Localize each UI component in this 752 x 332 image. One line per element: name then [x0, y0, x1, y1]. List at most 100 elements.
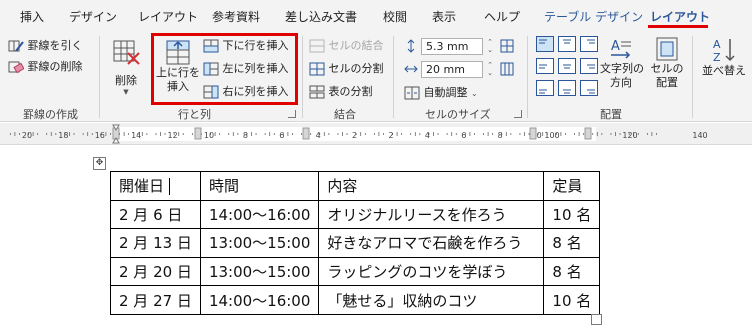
table-cell[interactable]: ラッピングのコツを学ぼう	[318, 256, 545, 287]
tab-review[interactable]: 校閲	[383, 8, 407, 25]
header-cell-time[interactable]: 時間	[199, 171, 320, 201]
ruler-label: 4	[425, 131, 430, 140]
header-cell-content[interactable]: 内容	[318, 171, 545, 201]
header-cell-capacity[interactable]: 定員	[543, 171, 601, 201]
align-middle-left-button[interactable]	[536, 58, 554, 77]
column-width-spinner[interactable]: ⌃ ⌄	[485, 61, 495, 77]
active-tab-underline	[648, 25, 708, 28]
tab-design[interactable]: デザイン	[69, 8, 117, 25]
delete-button[interactable]: 削除 ▼	[108, 38, 144, 96]
table-cell[interactable]: 14:00～16:00	[199, 285, 320, 315]
delete-table-icon	[111, 38, 141, 66]
table-cell[interactable]: オリジナルリースを作ろう	[318, 199, 545, 230]
row-height-input[interactable]: 5.3 mm	[421, 38, 483, 55]
table-cell[interactable]: 好きなアロマで石鹸を作ろう	[318, 228, 545, 258]
document-page: ✥ 開催日 時間 内容 定員 2 月 6 日 14:00～16:00 オリジナル…	[0, 145, 752, 332]
cell-margins-label-line1: セルの	[650, 62, 684, 75]
distribute-rows-icon[interactable]	[500, 39, 514, 56]
group-separator	[99, 36, 100, 118]
tab-table-design[interactable]: テーブル デザイン	[544, 8, 643, 25]
eraser-icon	[8, 60, 24, 74]
tab-table-layout[interactable]: レイアウト	[650, 8, 710, 25]
cell-margins-button[interactable]: セルの 配置	[648, 36, 686, 90]
table-cell[interactable]: 14:00～16:00	[199, 199, 320, 230]
autofit-button[interactable]: 自動調整 ⌄	[404, 84, 478, 100]
ruler-label: 8	[243, 131, 248, 140]
tab-page-layout[interactable]: レイアウト	[138, 8, 198, 25]
sort-label: 並べ替え	[702, 64, 746, 77]
ruler-label: 10	[204, 131, 214, 140]
cell-size-dialog-launcher-icon[interactable]	[514, 110, 522, 118]
delete-label: 削除	[115, 74, 137, 87]
draw-borders-label: 罫線を引く	[27, 39, 83, 52]
align-middle-center-button[interactable]	[558, 58, 576, 77]
text-direction-button[interactable]: A 文字列の 方向	[600, 36, 644, 90]
sort-button[interactable]: AZ 並べ替え	[702, 36, 746, 78]
draw-borders-button[interactable]: 罫線を引く	[8, 37, 83, 53]
schedule-table: 開催日 時間 内容 定員 2 月 6 日 14:00～16:00 オリジナルリー…	[110, 171, 601, 315]
table-cell[interactable]: 8 名	[543, 228, 601, 258]
cell-margins-icon	[654, 36, 680, 62]
column-width-input[interactable]: 20 mm	[421, 61, 483, 78]
split-table-button[interactable]: 表の分割	[309, 83, 373, 99]
row-height-spinner[interactable]: ⌃ ⌄	[485, 38, 495, 54]
table-resize-handle[interactable]	[591, 314, 602, 325]
table-row: 2 月 13 日 13:00～15:00 好きなアロマで石鹸を作ろう 8 名	[110, 228, 601, 258]
split-cells-button[interactable]: セルの分割	[309, 60, 384, 76]
group-separator	[527, 36, 528, 118]
table-cell[interactable]: 8 名	[543, 256, 601, 287]
align-top-center-icon	[558, 36, 576, 52]
split-table-label: 表の分割	[328, 85, 373, 98]
column-marker	[302, 127, 310, 140]
table-cell[interactable]: 2 月 13 日	[110, 228, 201, 258]
tab-help[interactable]: ヘルプ	[484, 8, 520, 25]
align-top-center-button[interactable]	[558, 36, 576, 55]
table-cell[interactable]: 13:00～15:00	[199, 256, 320, 287]
tab-insert[interactable]: 挿入	[20, 8, 44, 25]
svg-text:A: A	[713, 38, 721, 51]
text-direction-label-line2: 方向	[610, 76, 632, 89]
merge-cells-icon	[309, 39, 325, 53]
row-height-icon	[404, 39, 418, 56]
table-row: 2 月 27 日 14:00～16:00 「魅せる」収納のコツ 10 名	[110, 285, 601, 315]
table-cell[interactable]: 2 月 20 日	[110, 256, 201, 287]
text-cursor	[169, 178, 171, 196]
tab-mailings[interactable]: 差し込み文書	[285, 8, 357, 25]
ruler-label: 14	[131, 131, 141, 140]
header-cell-date[interactable]: 開催日	[110, 171, 201, 201]
rows-columns-dialog-launcher-icon[interactable]	[288, 110, 296, 118]
table-cell[interactable]: 2 月 6 日	[110, 199, 201, 230]
table-cell[interactable]: 13:00～15:00	[199, 228, 320, 258]
table-row: 2 月 6 日 14:00～16:00 オリジナルリースを作ろう 10 名	[110, 199, 601, 230]
svg-text:Z: Z	[713, 51, 721, 64]
table-cell[interactable]: 2 月 27 日	[110, 285, 201, 315]
table-cell[interactable]: 10 名	[543, 199, 601, 230]
ruler-label: 12	[168, 131, 178, 140]
align-bottom-left-icon	[536, 80, 554, 96]
tab-view[interactable]: 表示	[432, 8, 456, 25]
split-cells-label: セルの分割	[328, 62, 384, 75]
erase-borders-button[interactable]: 罫線の削除	[8, 58, 83, 74]
ruler-label: 140	[692, 131, 707, 140]
align-bottom-center-button[interactable]	[558, 80, 576, 99]
align-bottom-left-button[interactable]	[536, 80, 554, 99]
table-cell[interactable]: 10 名	[543, 285, 601, 315]
align-middle-right-button[interactable]	[580, 58, 598, 77]
align-top-right-button[interactable]	[580, 36, 598, 55]
column-marker	[584, 127, 592, 140]
table-move-handle-icon[interactable]: ✥	[93, 157, 106, 170]
align-middle-center-icon	[558, 58, 576, 74]
tab-references[interactable]: 参考資料	[212, 8, 260, 25]
align-top-left-button[interactable]	[536, 36, 554, 55]
align-middle-left-icon	[536, 58, 554, 74]
group-separator	[302, 36, 303, 118]
column-marker	[194, 127, 202, 140]
distribute-columns-icon[interactable]	[500, 62, 514, 79]
text-direction-icon: A	[607, 36, 635, 62]
chevron-down-icon: ▼	[123, 88, 129, 96]
table-header-row: 開催日 時間 内容 定員	[110, 171, 601, 201]
align-bottom-right-button[interactable]	[580, 80, 598, 99]
draw-borders-icon	[8, 39, 24, 53]
table-cell[interactable]: 「魅せる」収納のコツ	[318, 285, 545, 315]
merge-cells-button[interactable]: セルの結合	[309, 37, 384, 53]
